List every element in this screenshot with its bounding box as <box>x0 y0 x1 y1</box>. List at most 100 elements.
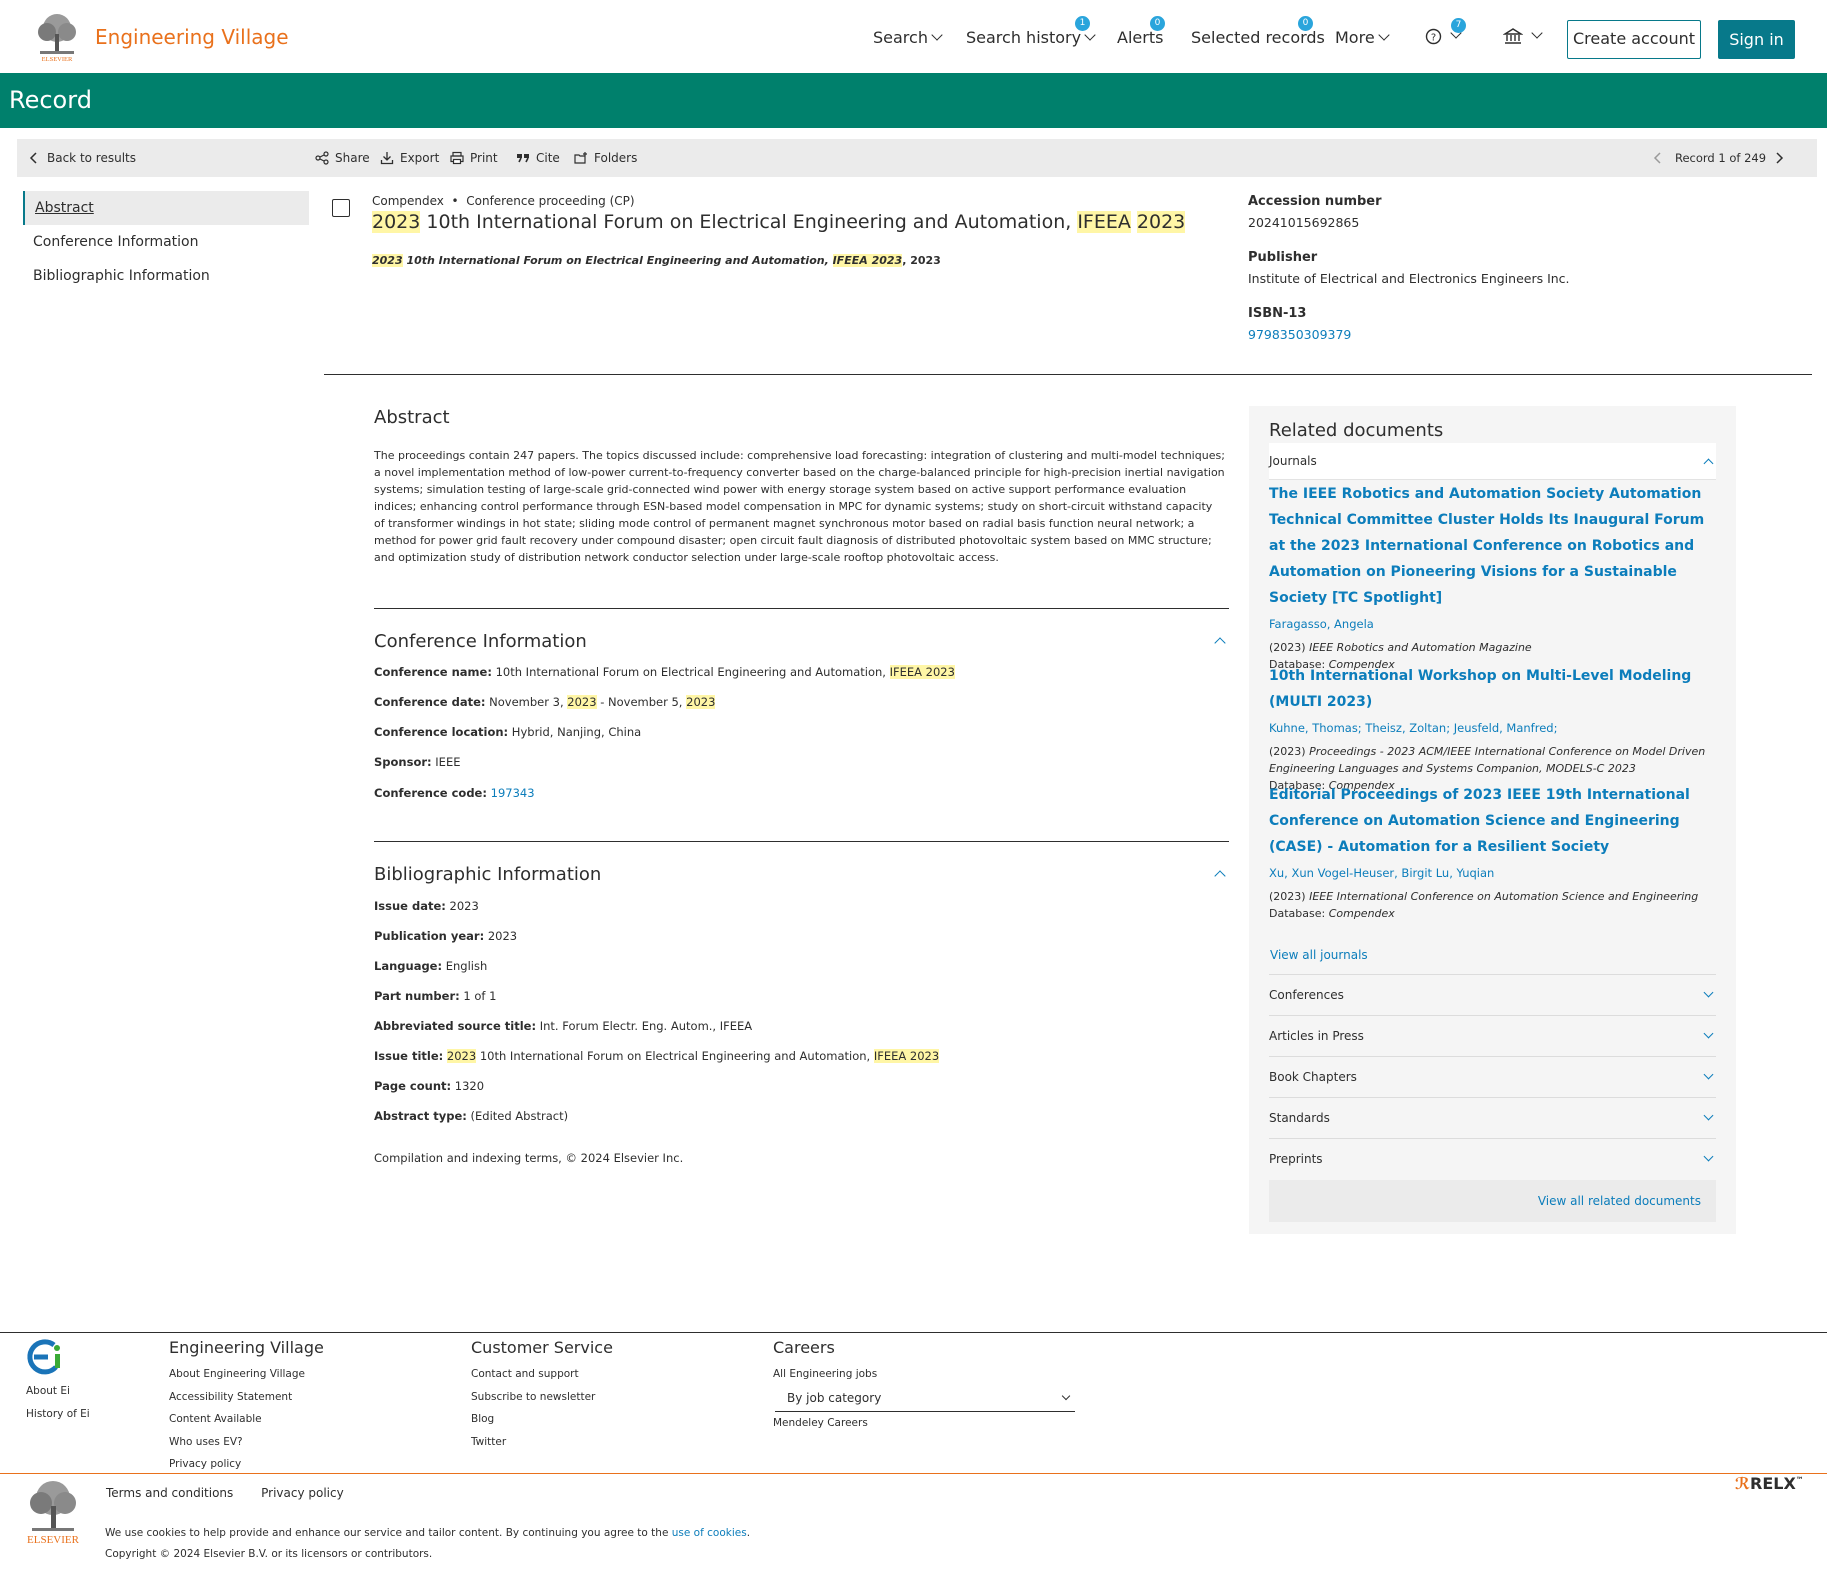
issue-title-label: Issue title: <box>374 1049 444 1063</box>
sponsor-value: IEEE <box>431 755 461 769</box>
footer-link[interactable]: Accessibility Statement <box>169 1386 324 1409</box>
elsevier-tree-logo[interactable]: ELSEVIER <box>22 1476 84 1546</box>
nav-help[interactable]: ? 7 <box>1425 18 1466 49</box>
chevron-down-icon <box>931 29 943 41</box>
download-icon <box>380 152 394 165</box>
nav-more[interactable]: More <box>1335 28 1390 47</box>
view-all-related-link[interactable]: View all related documents <box>1269 1180 1716 1222</box>
language-label: Language: <box>374 959 443 973</box>
back-to-results-link[interactable]: Back to results <box>27 151 136 165</box>
footer-link[interactable]: Contact and support <box>471 1363 613 1386</box>
record-title: 2023 10th International Forum on Electri… <box>372 211 1186 233</box>
conference-name: Conference name: 10th International Foru… <box>374 665 955 679</box>
conference-date-label: Conference date: <box>374 695 486 709</box>
abbr-label: Abbreviated source title: <box>374 1019 537 1033</box>
elsevier-label: ELSEVIER <box>42 56 73 62</box>
nav-alerts[interactable]: Alerts 0 <box>1117 16 1165 47</box>
related-heading: Related documents <box>1269 420 1444 441</box>
accession-label: Accession number <box>1248 194 1382 209</box>
cookie-link[interactable]: use of cookies <box>672 1527 747 1539</box>
related-doc: Editorial Proceedings of 2023 IEEE 19th … <box>1269 782 1709 922</box>
related-doc-title[interactable]: Editorial Proceedings of 2023 IEEE 19th … <box>1269 782 1709 860</box>
nav-selected-records[interactable]: Selected records 0 <box>1191 16 1325 47</box>
chevron-up-icon[interactable] <box>1214 637 1226 649</box>
related-doc-title[interactable]: 10th International Workshop on Multi-Lev… <box>1269 663 1709 715</box>
related-doc-authors[interactable]: Kuhne, Thomas; Theisz, Zoltan; Jeusfeld,… <box>1269 721 1709 735</box>
issue-title-text: 10th International Forum on Electrical E… <box>476 1049 874 1063</box>
search-history-badge: 1 <box>1075 16 1090 31</box>
chevron-right-icon[interactable] <box>1772 151 1786 165</box>
top-header: ELSEVIER Engineering Village Search Sear… <box>0 0 1827 73</box>
section-nav-conference[interactable]: Conference Information <box>23 225 309 259</box>
ei-logo[interactable] <box>24 1337 64 1377</box>
chevron-up-icon[interactable] <box>1214 870 1226 882</box>
relx-logo[interactable]: ℛRELX™ <box>1735 1474 1804 1493</box>
language-value: English <box>442 959 488 973</box>
sign-in-button[interactable]: Sign in <box>1718 20 1795 59</box>
conference-location: Conference location: Hybrid, Nanjing, Ch… <box>374 725 641 739</box>
footer-link[interactable]: Blog <box>471 1408 613 1431</box>
section-nav-bibliographic[interactable]: Bibliographic Information <box>23 259 309 293</box>
elsevier-tree-logo[interactable]: ELSEVIER <box>32 12 82 62</box>
chevron-left-icon[interactable] <box>1651 151 1665 165</box>
chevron-up-icon <box>1703 458 1714 469</box>
conference-name-hl: IFEEA 2023 <box>889 665 955 679</box>
chevron-down-icon <box>1378 29 1390 41</box>
record-position: Record 1 of 249 <box>1675 151 1767 165</box>
footer-link[interactable]: About Ei <box>26 1380 90 1403</box>
export-button[interactable]: Export <box>380 151 439 165</box>
footer-link[interactable]: Mendeley Careers <box>773 1412 868 1435</box>
footer-link[interactable]: History of Ei <box>26 1403 90 1426</box>
related-doc-authors[interactable]: Faragasso, Angela <box>1269 617 1709 631</box>
publisher-value: Institute of Electrical and Electronics … <box>1248 271 1570 286</box>
journals-toggle[interactable]: Journals <box>1269 443 1716 480</box>
conference-heading: Conference Information <box>374 631 587 652</box>
brand-name[interactable]: Engineering Village <box>95 25 289 49</box>
related-preprints-toggle[interactable]: Preprints <box>1269 1138 1716 1179</box>
record-side-meta: Accession number 20241015692865 Publishe… <box>1248 194 1570 343</box>
related-doc-authors[interactable]: Xu, Xun Vogel-Heuser, Birgit Lu, Yuqian <box>1269 866 1709 880</box>
compilation-note: Compilation and indexing terms, © 2024 E… <box>374 1151 684 1165</box>
abbr-value: Int. Forum Electr. Eng. Autom., IFEEA <box>536 1019 753 1033</box>
sponsor-label: Sponsor: <box>374 755 432 769</box>
select-record-checkbox[interactable] <box>332 199 350 217</box>
abstract-type: Abstract type: (Edited Abstract) <box>374 1109 568 1123</box>
related-articles-in-press-toggle[interactable]: Articles in Press <box>1269 1015 1716 1056</box>
related-doc-title[interactable]: The IEEE Robotics and Automation Society… <box>1269 481 1709 611</box>
page-title-bar: Record <box>0 73 1827 128</box>
record-source-year-tail: , 2023 <box>902 254 941 267</box>
footer-link[interactable]: Twitter <box>471 1431 613 1454</box>
privacy-link[interactable]: Privacy policy <box>261 1486 344 1500</box>
conference-code-link[interactable]: 197343 <box>491 786 535 800</box>
related-book-chapters-toggle[interactable]: Book Chapters <box>1269 1056 1716 1097</box>
cite-label: Cite <box>536 151 560 165</box>
view-all-journals-link[interactable]: View all journals <box>1270 948 1368 962</box>
issue-date: Issue date: 2023 <box>374 899 479 913</box>
create-account-button[interactable]: Create account <box>1567 20 1701 59</box>
isbn-link[interactable]: 9798350309379 <box>1248 327 1351 342</box>
record-title-ifeea: IFEEA <box>1077 211 1131 233</box>
conference-date-a: November 3, <box>485 695 568 709</box>
related-conferences-toggle[interactable]: Conferences <box>1269 974 1716 1015</box>
print-button[interactable]: Print <box>450 151 498 165</box>
related-standards-toggle[interactable]: Standards <box>1269 1097 1716 1138</box>
nav-search[interactable]: Search <box>873 28 943 47</box>
footer-link[interactable]: Content Available <box>169 1408 324 1431</box>
record-source-year: 2023 <box>372 254 403 267</box>
section-nav-abstract[interactable]: Abstract <box>23 191 309 225</box>
page-count: Page count: 1320 <box>374 1079 484 1093</box>
nav-search-history-label: Search history <box>966 28 1082 47</box>
cite-button[interactable]: Cite <box>516 151 560 165</box>
footer-link[interactable]: Who uses EV? <box>169 1431 324 1454</box>
footer-link[interactable]: All Engineering jobs <box>773 1363 877 1386</box>
terms-link[interactable]: Terms and conditions <box>106 1486 233 1500</box>
journals-section: Journals <box>1269 443 1716 480</box>
nav-search-history[interactable]: Search history 1 <box>966 16 1096 47</box>
footer-link[interactable]: About Engineering Village <box>169 1363 324 1386</box>
share-button[interactable]: Share <box>315 151 370 165</box>
footer-ev-heading: Engineering Village <box>169 1338 324 1357</box>
job-category-select[interactable]: By job category <box>775 1386 1075 1412</box>
folders-button[interactable]: Folders <box>574 151 637 165</box>
nav-institution[interactable] <box>1502 27 1543 49</box>
footer-link[interactable]: Subscribe to newsletter <box>471 1386 613 1409</box>
